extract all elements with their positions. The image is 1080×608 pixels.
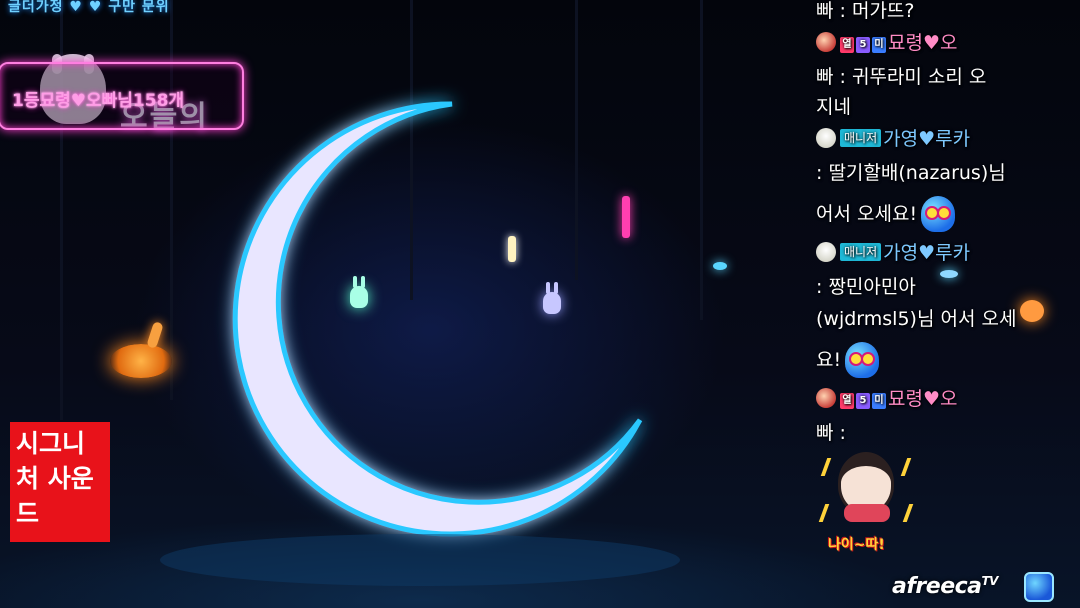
chat-nickname[interactable]: 묘령♥오 bbox=[888, 388, 957, 410]
manager-badge: 매니저 bbox=[840, 129, 882, 147]
watermark-brand: afreeca bbox=[892, 574, 982, 599]
chat-line: 열 5 미 묘령♥오 bbox=[816, 30, 957, 56]
chat-text: 빠 : 머가뜨? bbox=[816, 0, 915, 22]
chat-line: 빠 : 귀뚜라미 소리 오 bbox=[816, 64, 986, 90]
emoticon-icon bbox=[921, 196, 956, 232]
chat-text: : 짱민아민아 bbox=[816, 276, 916, 298]
emoticon-icon bbox=[845, 342, 880, 378]
chat-nickname[interactable]: 가영♥루카 bbox=[883, 242, 970, 264]
watermark-suffix: TV bbox=[981, 574, 999, 588]
chat-text: : 딸기할배(nazarus)님 bbox=[816, 162, 1006, 184]
afreeca-mascot-icon bbox=[1024, 572, 1054, 602]
chat-line: 지네 bbox=[816, 94, 851, 120]
signature-line: 드 bbox=[16, 499, 40, 528]
donation-ranking-text: 1등묘령♥오빠님158개 bbox=[12, 91, 185, 111]
level-badge-icon: 5 bbox=[856, 37, 870, 53]
chat-line: 열 5 미 묘령♥오 bbox=[816, 386, 957, 412]
level-badge-icon: 5 bbox=[856, 393, 870, 409]
signature-sound-box: 시그니 처 사운 드 bbox=[10, 422, 110, 542]
chat-text: (wjdrmsl5)님 어서 오세 bbox=[816, 308, 1017, 330]
lightning-icon bbox=[818, 504, 830, 522]
signature-sound-label: 시그니 처 사운 드 bbox=[16, 426, 104, 531]
chat-text: 요! bbox=[816, 349, 842, 371]
chat-nickname[interactable]: 묘령♥오 bbox=[888, 32, 957, 54]
sticker-caption: 나이~따! bbox=[828, 537, 885, 553]
chat-text: 빠 : 귀뚜라미 소리 오 bbox=[816, 66, 987, 88]
lightning-icon bbox=[902, 504, 914, 522]
lightning-icon bbox=[900, 458, 912, 476]
chat-line: : 딸기할배(nazarus)님 bbox=[816, 160, 1006, 186]
chat-line: 매니저 가영♥루카 bbox=[816, 126, 970, 152]
chat-line: (wjdrmsl5)님 어서 오세 bbox=[816, 306, 1016, 332]
user-avatar-icon bbox=[816, 128, 836, 148]
lightning-icon bbox=[820, 458, 832, 476]
sticker-hands bbox=[844, 504, 890, 522]
crescent-moon bbox=[232, 101, 643, 537]
chat-line: 어서 오세요! bbox=[816, 196, 956, 232]
chat-line: 빠 : 머가뜨? bbox=[816, 0, 915, 24]
fan-badge-icon: 열 bbox=[840, 393, 854, 409]
manager-badge: 매니저 bbox=[840, 243, 882, 261]
user-avatar-icon bbox=[816, 388, 836, 408]
chat-line: 매니저 가영♥루카 bbox=[816, 240, 970, 266]
chat-text: 어서 오세요! bbox=[816, 203, 918, 225]
chat-line: : 짱민아민아 bbox=[816, 274, 916, 300]
user-avatar-icon bbox=[816, 242, 836, 262]
signature-line: 처 사운 bbox=[16, 464, 94, 493]
signature-line: 시그니 bbox=[16, 429, 86, 458]
subscriber-badge-icon: 미 bbox=[872, 393, 886, 409]
chat-text: 빠 : bbox=[816, 422, 846, 444]
donation-ranking-banner: 1등묘령♥오빠님158개 bbox=[0, 62, 244, 130]
ground-reflection bbox=[160, 534, 680, 586]
chat-line: 빠 : bbox=[816, 420, 846, 446]
chat-line: 요! bbox=[816, 342, 880, 378]
chat-text: 지네 bbox=[816, 96, 851, 118]
afreecatv-watermark: afreecaTV bbox=[892, 574, 998, 599]
top-caption: 글더가정 ♥ ♥ 구만 문위 bbox=[8, 0, 170, 15]
chat-nickname[interactable]: 가영♥루카 bbox=[883, 128, 970, 150]
subscriber-badge-icon: 미 bbox=[872, 37, 886, 53]
chat-sticker: 나이~따! bbox=[818, 448, 914, 560]
user-avatar-icon bbox=[816, 32, 836, 52]
fan-badge-icon: 열 bbox=[840, 37, 854, 53]
